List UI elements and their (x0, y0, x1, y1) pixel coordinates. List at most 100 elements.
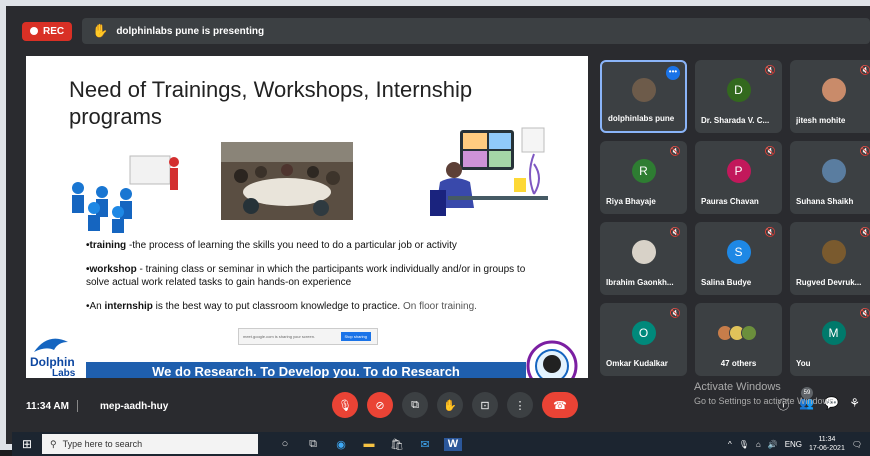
windows-taskbar: ⊞ ⚲ Type here to search ○ ⧉ ◉ ▬ 🛍 ✉ W ^ … (12, 432, 870, 456)
participant-tile[interactable]: 47 others (695, 303, 782, 376)
avatar-photo (821, 239, 846, 264)
participant-tile[interactable]: jitesh mohite 🔇 (790, 60, 870, 133)
tray-clock[interactable]: 11:34 17-06-2021 (809, 435, 845, 453)
search-icon: ⚲ (50, 438, 57, 449)
word-icon[interactable]: W (444, 437, 462, 451)
mic-muted-icon: 🔇 (859, 308, 870, 318)
meeting-time: 11:34 AM (26, 400, 69, 412)
participant-tile[interactable]: M You 🔇 (790, 303, 870, 376)
windows-start-button[interactable]: ⊞ (12, 437, 42, 451)
mic-toggle-button[interactable]: 🎙 (332, 392, 358, 418)
avatar: P (726, 158, 751, 183)
bullet-term: •training (86, 240, 129, 251)
mic-muted-icon: 🔇 (669, 146, 681, 156)
participant-name: dolphinlabs pune (608, 114, 675, 123)
top-bar: REC ✋ dolphinlabs pune is presenting (22, 18, 870, 44)
participant-name: You (796, 359, 811, 368)
tray-network-icon[interactable]: ⌂ (756, 440, 761, 449)
participant-tile[interactable]: Ibrahim Gaonkh... 🔇 (600, 222, 687, 295)
mic-muted-icon: 🔇 (669, 227, 681, 237)
raise-hand-button[interactable]: ✋ (437, 392, 463, 418)
mic-muted-icon: 🔇 (764, 146, 776, 156)
participant-name: Dr. Sharada V. C... (701, 116, 770, 125)
camera-toggle-button[interactable]: ⊘ (367, 392, 393, 418)
avatar-photo (740, 324, 757, 341)
captions-button[interactable]: ⧉ (402, 392, 428, 418)
participant-tile[interactable]: R Riya Bhayaje 🔇 (600, 141, 687, 214)
center-controls: 🎙 ⊘ ⧉ ✋ ⊡ ⋮ ☎ (332, 392, 578, 418)
mic-muted-icon: 🔇 (859, 65, 870, 75)
more-options-button[interactable]: ⋮ (507, 392, 533, 418)
bullet-workshop: •workshop - training class or seminar in… (86, 263, 526, 289)
bullet-prefix: •An (86, 301, 105, 312)
activate-windows-watermark: Activate Windows Go to Settings to activ… (694, 380, 836, 408)
screen-share-notice: meet.google.com is sharing your screen. … (238, 328, 378, 345)
participant-tile[interactable]: O Omkar Kudalkar 🔇 (600, 303, 687, 376)
participant-tile[interactable]: P Pauras Chavan 🔇 (695, 141, 782, 214)
divider (76, 400, 78, 412)
participant-tile[interactable]: S Salina Budye 🔇 (695, 222, 782, 295)
clock-date: 17-06-2021 (809, 445, 845, 452)
tray-volume-icon[interactable]: 🔊 (768, 440, 778, 449)
mic-muted-icon: 🔇 (859, 227, 870, 237)
participant-name: Pauras Chavan (701, 197, 759, 206)
present-button[interactable]: ⊡ (472, 392, 498, 418)
participant-name: Ibrahim Gaonkh... (606, 278, 674, 287)
logo-text-2: Labs (52, 368, 76, 378)
participant-tile[interactable]: Rugved Devruk... 🔇 (790, 222, 870, 295)
participant-name: 47 others (720, 359, 757, 368)
people-count-badge: 59 (801, 387, 813, 399)
recording-badge: REC (22, 21, 73, 41)
avatar: M (821, 320, 846, 345)
avatar: R (631, 158, 656, 183)
participant-name: Suhana Shaikh (796, 197, 854, 206)
tray-language[interactable]: ENG (785, 440, 802, 449)
store-icon[interactable]: 🛍 (388, 438, 406, 451)
avatar-photo (631, 239, 656, 264)
mic-muted-icon: 🔇 (764, 65, 776, 75)
rec-label: REC (43, 25, 65, 37)
avatar: S (726, 239, 751, 264)
leave-call-button[interactable]: ☎ (542, 392, 578, 418)
participant-tile[interactable]: dolphinlabs pune ••• (600, 60, 687, 133)
shared-screen: Need of Trainings, Workshops, Internship… (26, 56, 588, 378)
avatar-photo (631, 77, 656, 102)
participant-name: Salina Budye (701, 278, 752, 287)
file-explorer-icon[interactable]: ▬ (360, 438, 378, 451)
logo-text-1: Dolphin (30, 355, 75, 369)
stop-sharing-button[interactable]: Stop sharing (340, 332, 371, 341)
presenting-text: dolphinlabs pune is presenting (116, 25, 265, 37)
activities-icon: ⚘ (849, 396, 860, 410)
clock-time: 11:34 (818, 436, 836, 443)
bullet-internship: •An internship is the best way to put cl… (86, 300, 526, 313)
mail-icon[interactable]: ✉ (416, 438, 434, 451)
watermark-subtitle: Go to Settings to activate Windows. (694, 396, 837, 406)
mic-muted-icon: 🔇 (764, 227, 776, 237)
tile-options-icon[interactable]: ••• (666, 66, 680, 80)
participant-name: Omkar Kudalkar (606, 359, 668, 368)
slide-footer-band: We do Research. To Develop you. To do Re… (86, 362, 526, 378)
bullet-term: internship (104, 301, 153, 312)
dolphin-logo-mark: Dolphin Labs (30, 338, 76, 378)
cortana-button[interactable]: ○ (276, 438, 294, 451)
windows-logo-icon: ⊞ (21, 437, 33, 451)
participant-tile[interactable]: Suhana Shaikh 🔇 (790, 141, 870, 214)
bullet-text: -the process of learning the skills you … (128, 240, 457, 251)
meeting-code: mep-aadh-huy (99, 400, 169, 412)
task-view-button[interactable]: ⧉ (304, 438, 322, 451)
tray-chevron-icon[interactable]: ^ (728, 440, 732, 449)
taskbar-apps: ○ ⧉ ◉ ▬ 🛍 ✉ W (276, 437, 462, 451)
edge-browser-icon[interactable]: ◉ (332, 438, 350, 451)
presenting-banner: ✋ dolphinlabs pune is presenting (82, 18, 870, 44)
avatar-photo (821, 158, 846, 183)
notifications-icon[interactable]: 🗨 (852, 440, 862, 449)
presenter-avatar-icon: ✋ (92, 23, 109, 38)
avatar-photo (821, 77, 846, 102)
taskbar-search-box[interactable]: ⚲ Type here to search (42, 434, 258, 454)
participant-tile[interactable]: D Dr. Sharada V. C... 🔇 (695, 60, 782, 133)
training-illustration (72, 155, 179, 233)
system-tray: ^ 🎙 ⌂ 🔊 ENG 11:34 17-06-2021 🗨 (728, 435, 862, 453)
hand-icon: ✋ (443, 399, 457, 412)
tray-mic-icon[interactable]: 🎙 (739, 440, 749, 449)
activities-button[interactable]: ⚘ (849, 396, 860, 413)
